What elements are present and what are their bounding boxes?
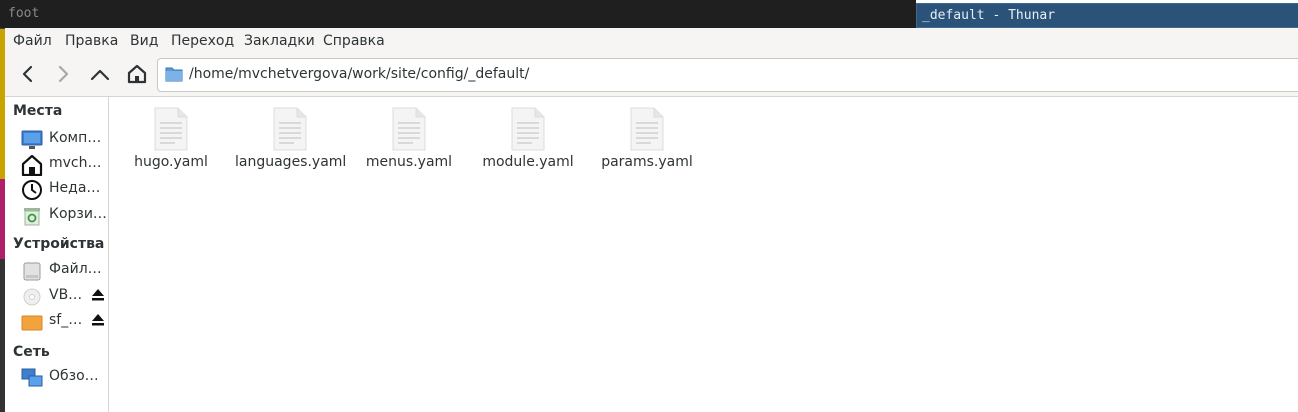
sidebar-item-home[interactable]: mvch…	[21, 152, 107, 176]
menu-view[interactable]: Вид	[130, 33, 158, 49]
toolbar: /home/mvchetvergova/work/site/config/_de…	[5, 54, 1298, 97]
window-title: _default - Thunar	[922, 8, 1056, 23]
forward-arrow-icon	[58, 65, 69, 83]
forward-button[interactable]	[47, 58, 79, 90]
sidebar-header-places: Места	[13, 103, 63, 119]
back-button[interactable]	[12, 58, 44, 90]
file-name: module.yaml	[482, 154, 574, 170]
folder-icon	[165, 67, 183, 82]
sidebar-item-label: mvch…	[49, 155, 102, 171]
file-item[interactable]: languages.yaml	[235, 107, 347, 177]
sidebar-item-vbox-cd[interactable]: VB…	[21, 284, 107, 308]
file-icon-view[interactable]: hugo.yaml languages.yaml menus.yaml modu…	[109, 97, 1298, 412]
sidebar-item-network-browse[interactable]: Обзо…	[21, 365, 107, 389]
sidebar-item-label: Обзо…	[49, 368, 99, 384]
file-item[interactable]: params.yaml	[592, 107, 702, 177]
sidebar-item-shared-folder[interactable]: sf_…	[21, 309, 107, 333]
computer-icon	[21, 130, 43, 149]
sidebar-item-filesystem[interactable]: Файл…	[21, 258, 107, 282]
home-icon	[127, 64, 147, 84]
sidebar-header-devices: Устройства	[13, 236, 105, 252]
recent-clock-icon	[22, 180, 42, 200]
network-icon	[21, 368, 43, 387]
sidebar-header-network: Сеть	[13, 344, 50, 360]
home-icon	[21, 154, 43, 176]
thunar-titlebar[interactable]: _default - Thunar	[916, 3, 1298, 28]
sidebar-item-trash[interactable]: Корзи…	[21, 203, 107, 227]
menubar: Файл Правка Вид Переход Закладки Справка	[5, 28, 1298, 54]
menu-bookmarks[interactable]: Закладки	[244, 33, 315, 49]
sidebar-item-label: Файл…	[49, 261, 102, 277]
trash-icon	[24, 208, 40, 226]
foot-title: foot	[8, 6, 40, 21]
file-name: menus.yaml	[365, 154, 453, 170]
text-file-icon	[392, 107, 426, 151]
home-button[interactable]	[121, 58, 153, 90]
drive-icon	[23, 262, 41, 281]
file-item[interactable]: menus.yaml	[354, 107, 464, 177]
thunar-window: Файл Правка Вид Переход Закладки Справка…	[5, 28, 1298, 412]
eject-icon[interactable]	[91, 289, 105, 301]
sidebar-item-label: sf_…	[49, 312, 83, 328]
text-file-icon	[511, 107, 545, 151]
optical-disc-icon	[23, 288, 41, 306]
location-bar[interactable]: /home/mvchetvergova/work/site/config/_de…	[157, 58, 1298, 92]
sidebar-item-computer[interactable]: Комп…	[21, 127, 107, 151]
location-path: /home/mvchetvergova/work/site/config/_de…	[189, 66, 530, 82]
text-file-icon	[273, 107, 307, 151]
text-file-icon	[154, 107, 188, 151]
eject-icon[interactable]	[91, 314, 105, 326]
sidebar-item-label: VB…	[49, 287, 83, 303]
file-name: hugo.yaml	[134, 154, 208, 170]
sidebar-item-label: Корзи…	[49, 206, 107, 222]
text-file-icon	[630, 107, 664, 151]
up-button[interactable]	[84, 58, 116, 90]
menu-help[interactable]: Справка	[323, 33, 385, 49]
up-arrow-icon	[90, 69, 110, 81]
file-name: languages.yaml	[235, 154, 347, 170]
sidebar-item-recent[interactable]: Неда…	[21, 177, 107, 201]
file-item[interactable]: module.yaml	[473, 107, 583, 177]
file-item[interactable]: hugo.yaml	[116, 107, 226, 177]
sidebar-item-label: Комп…	[49, 130, 102, 146]
menu-go[interactable]: Переход	[171, 33, 234, 49]
menu-file[interactable]: Файл	[13, 33, 52, 49]
sidebar-item-label: Неда…	[49, 180, 101, 196]
foot-terminal-titlebar[interactable]: foot	[0, 0, 916, 29]
menu-edit[interactable]: Правка	[65, 33, 118, 49]
file-name: params.yaml	[601, 154, 693, 170]
sidebar: Места Комп… mvch… Неда… Корзи… Устройств…	[5, 97, 109, 412]
back-arrow-icon	[22, 65, 33, 83]
shared-folder-drive-icon	[21, 315, 43, 331]
